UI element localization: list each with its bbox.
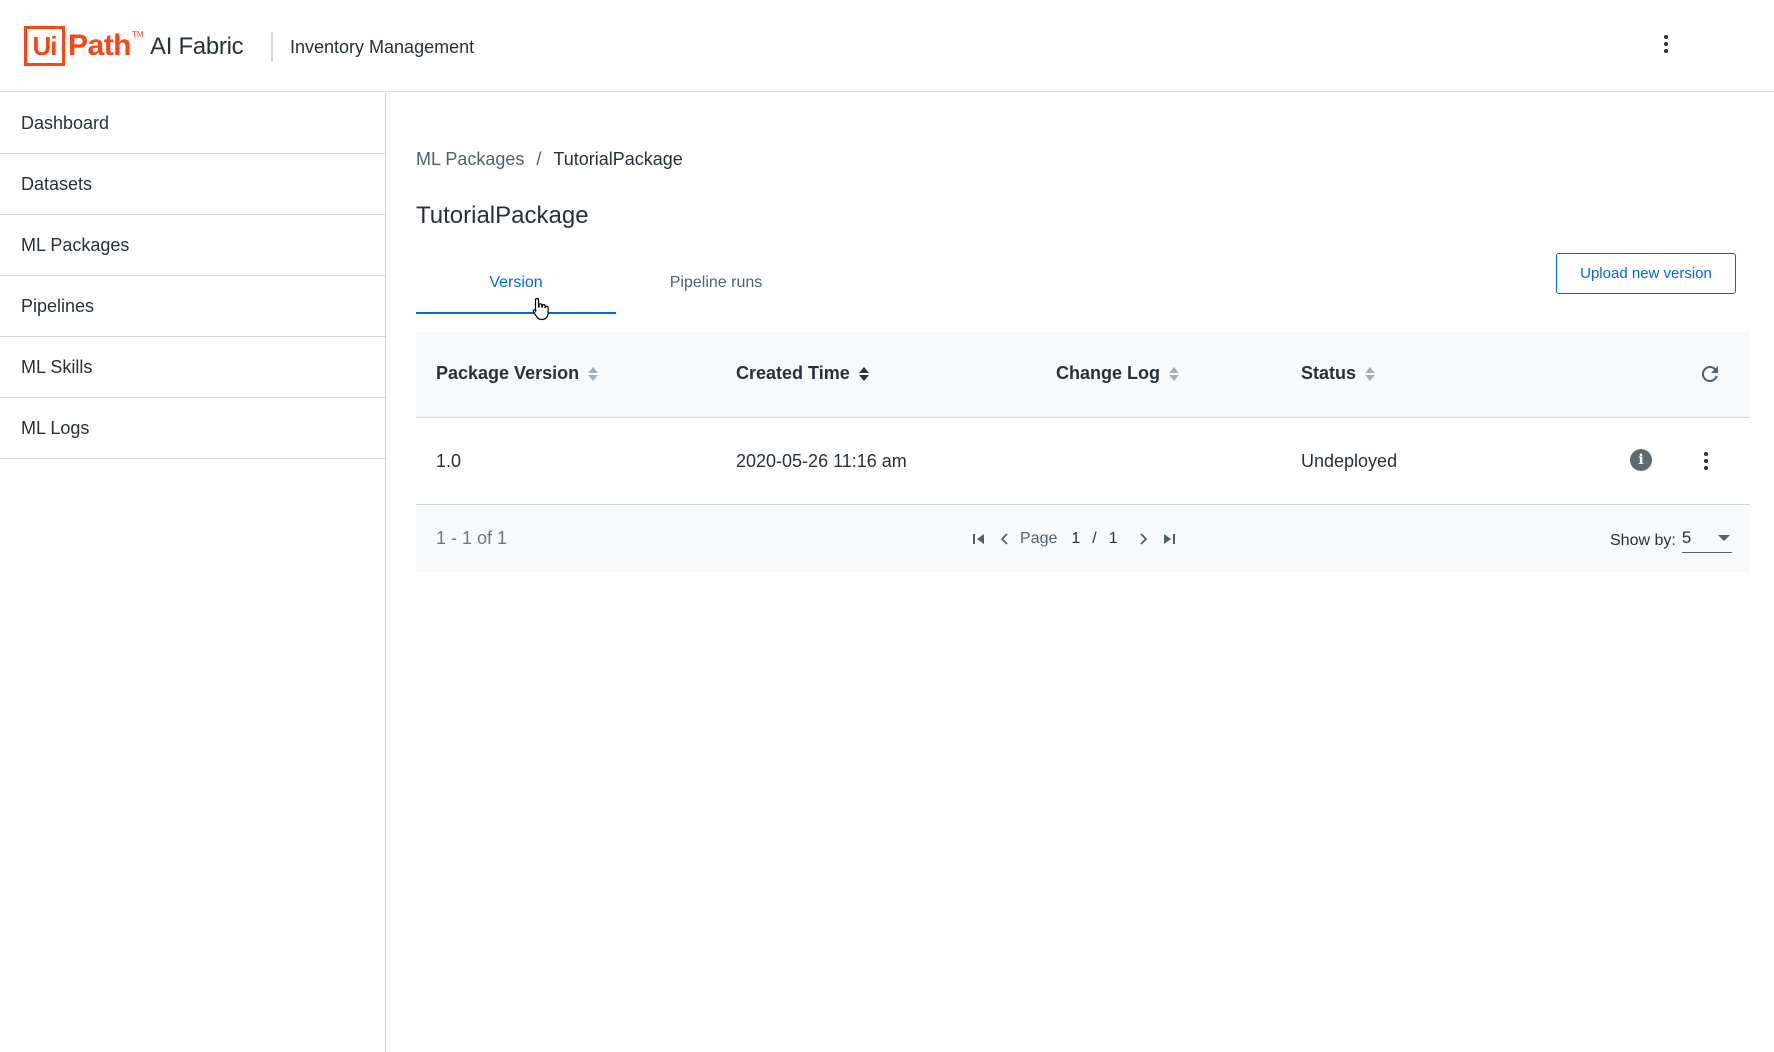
tenant-title: Inventory Management [290, 37, 475, 57]
last-page-icon[interactable] [1156, 528, 1182, 550]
sidebar-item-pipelines[interactable]: Pipelines [0, 276, 385, 337]
column-header-created-time[interactable]: Created Time [736, 363, 869, 384]
next-page-icon[interactable] [1130, 528, 1156, 550]
logo-path-text: Path [68, 29, 132, 62]
column-label: Change Log [1056, 363, 1160, 383]
column-header-status[interactable]: Status [1301, 363, 1376, 384]
pagination-range: 1 - 1 of 1 [436, 528, 508, 548]
page-separator: / [1092, 530, 1097, 547]
first-page-icon[interactable] [966, 528, 992, 550]
page-label: Page [1020, 530, 1058, 547]
tab-pipeline-runs[interactable]: Pipeline runs [616, 262, 816, 314]
page-size-select[interactable]: 5 [1681, 528, 1732, 553]
sidebar-item-dashboard[interactable]: Dashboard [0, 93, 385, 154]
table-footer: 1 - 1 of 1 Page 1 / 1 Show by: 5 [416, 506, 1750, 572]
logo-ui-box: Ui [24, 26, 65, 66]
sort-icon [588, 366, 599, 381]
info-icon[interactable]: i [1630, 449, 1652, 471]
header-divider [271, 32, 273, 62]
refresh-icon[interactable] [1698, 362, 1722, 386]
chevron-down-icon [1717, 535, 1730, 541]
upload-new-version-button[interactable]: Upload new version [1556, 253, 1736, 294]
prev-page-icon[interactable] [992, 528, 1018, 550]
tab-version[interactable]: Version [416, 262, 616, 314]
sort-icon [858, 366, 869, 381]
table-row[interactable]: 1.0 2020-05-26 11:16 am Undeployed i [416, 419, 1750, 505]
column-header-change-log[interactable]: Change Log [1056, 363, 1179, 384]
breadcrumb-current: TutorialPackage [553, 149, 683, 169]
breadcrumb: ML Packages / TutorialPackage [416, 149, 683, 170]
logo-trademark: TM [132, 30, 144, 39]
breadcrumb-parent-link[interactable]: ML Packages [416, 149, 524, 170]
app-header: Ui Path TM AI Fabric Inventory Managemen… [0, 0, 1774, 92]
sidebar-item-ml-logs[interactable]: ML Logs [0, 398, 385, 459]
pagination-controls: Page 1 / 1 [966, 528, 1182, 550]
breadcrumb-separator: / [536, 149, 542, 169]
sidebar-item-ml-skills[interactable]: ML Skills [0, 337, 385, 398]
page-title: TutorialPackage [416, 202, 589, 229]
sidebar-item-datasets[interactable]: Datasets [0, 154, 385, 215]
page-current[interactable]: 1 [1071, 530, 1080, 548]
more-vertical-icon[interactable] [1654, 30, 1678, 58]
cell-status: Undeployed [1301, 451, 1398, 471]
row-more-vertical-icon[interactable] [1696, 449, 1716, 473]
show-by: Show by: 5 [1610, 528, 1732, 553]
table-header: Package Version Created Time Change Log … [416, 332, 1750, 418]
column-header-package-version[interactable]: Package Version [436, 363, 599, 384]
column-label: Created Time [736, 363, 850, 383]
column-label: Status [1301, 363, 1357, 383]
uipath-logo[interactable]: Ui Path TM [24, 26, 144, 66]
sort-icon [1169, 366, 1179, 381]
cell-package-version: 1.0 [436, 451, 462, 471]
product-name: AI Fabric [150, 33, 244, 60]
column-label: Package Version [436, 363, 580, 383]
sidebar-item-ml-packages[interactable]: ML Packages [0, 215, 385, 276]
sidebar: Dashboard Datasets ML Packages Pipelines… [0, 93, 386, 1052]
page-total: 1 [1108, 530, 1118, 547]
page-size-value: 5 [1681, 528, 1692, 547]
hand-cursor-icon [532, 297, 549, 321]
sort-icon [1365, 366, 1376, 381]
show-by-label: Show by: [1610, 531, 1676, 549]
cell-created-time: 2020-05-26 11:16 am [736, 451, 907, 471]
